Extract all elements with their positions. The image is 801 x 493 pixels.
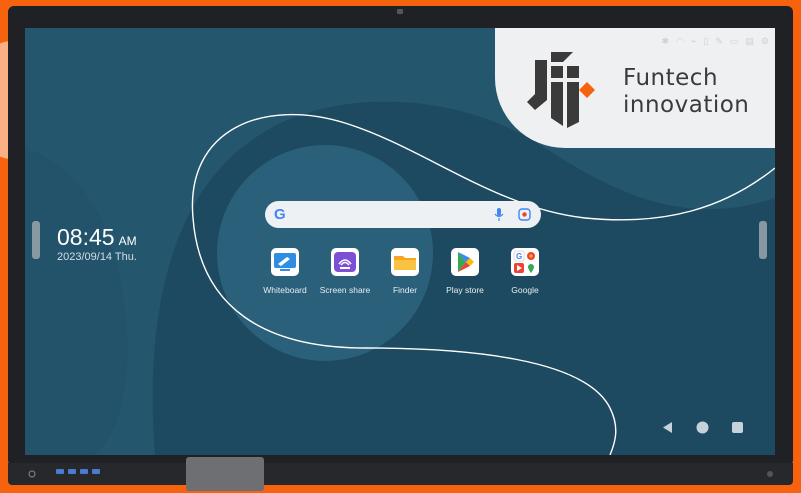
back-icon[interactable]: [661, 421, 674, 434]
usb-port[interactable]: [92, 469, 100, 474]
mic-icon[interactable]: [494, 208, 504, 222]
app-label: Play store: [446, 285, 484, 295]
app-screen-share[interactable]: Screen share: [315, 248, 375, 295]
network-icon: ▤: [745, 36, 754, 46]
settings-icon[interactable]: ⚙: [761, 36, 769, 47]
usb-port[interactable]: [56, 469, 64, 474]
google-search-bar[interactable]: G: [265, 201, 541, 228]
usb-icon: ⌁: [690, 36, 697, 46]
app-label: Whiteboard: [263, 285, 307, 295]
camera: [397, 9, 403, 14]
app-finder[interactable]: Finder: [375, 248, 435, 295]
left-sidebar-handle[interactable]: [32, 221, 40, 259]
clock-time: 08:45 AM: [57, 224, 137, 250]
folder-icon: [391, 248, 419, 276]
usb-port[interactable]: [68, 469, 76, 474]
screen-share-icon: [331, 248, 359, 276]
app-dock: Whiteboard Screen share Finder Play stor…: [255, 248, 555, 295]
usb-port[interactable]: [80, 469, 88, 474]
chat-icon: ▭: [729, 36, 739, 46]
app-label: Finder: [392, 285, 418, 295]
brand-name-line1: Funtech: [623, 65, 719, 91]
speaker-grille: [186, 457, 264, 491]
app-label: Google: [511, 285, 539, 295]
app-label: Screen share: [319, 285, 371, 295]
status-bar: ✱ ◠ ⌁ ▯ ✎ ▭ ▤ ⚙: [662, 36, 769, 47]
lock-icon: ▯: [703, 36, 709, 46]
front-panel: [8, 463, 793, 485]
power-button[interactable]: [28, 470, 36, 478]
right-sidebar-handle[interactable]: [759, 221, 767, 259]
google-g-icon: G: [274, 206, 286, 223]
home-icon[interactable]: [696, 421, 709, 434]
play-store-icon: [451, 248, 479, 276]
sensor-icon: [767, 471, 773, 477]
clock-date: 2023/09/14 Thu.: [57, 251, 137, 263]
clock-ampm: AM: [118, 234, 137, 248]
recents-icon[interactable]: [731, 421, 744, 434]
brand-card: Funtech innovation ✱ ◠ ⌁ ▯ ✎ ▭ ▤ ⚙: [495, 28, 775, 148]
app-whiteboard[interactable]: Whiteboard: [255, 248, 315, 295]
app-play-store[interactable]: Play store: [435, 248, 495, 295]
google-lens-icon[interactable]: [518, 208, 531, 221]
navigation-bar: [661, 421, 744, 434]
wifi-icon: ◠: [676, 36, 684, 46]
app-google[interactable]: G Google: [495, 248, 555, 295]
whiteboard-icon: [271, 248, 299, 276]
svg-text:G: G: [516, 252, 522, 261]
pen-icon: ✎: [715, 36, 723, 46]
funtech-logo-mark: [527, 52, 595, 128]
display-screen: Funtech innovation ✱ ◠ ⌁ ▯ ✎ ▭ ▤ ⚙ 08:45…: [25, 28, 775, 455]
front-ports: [56, 469, 100, 474]
google-apps-icon: G: [511, 248, 539, 276]
bluetooth-icon: ✱: [661, 36, 670, 46]
brand-name-line2: innovation: [623, 92, 750, 118]
